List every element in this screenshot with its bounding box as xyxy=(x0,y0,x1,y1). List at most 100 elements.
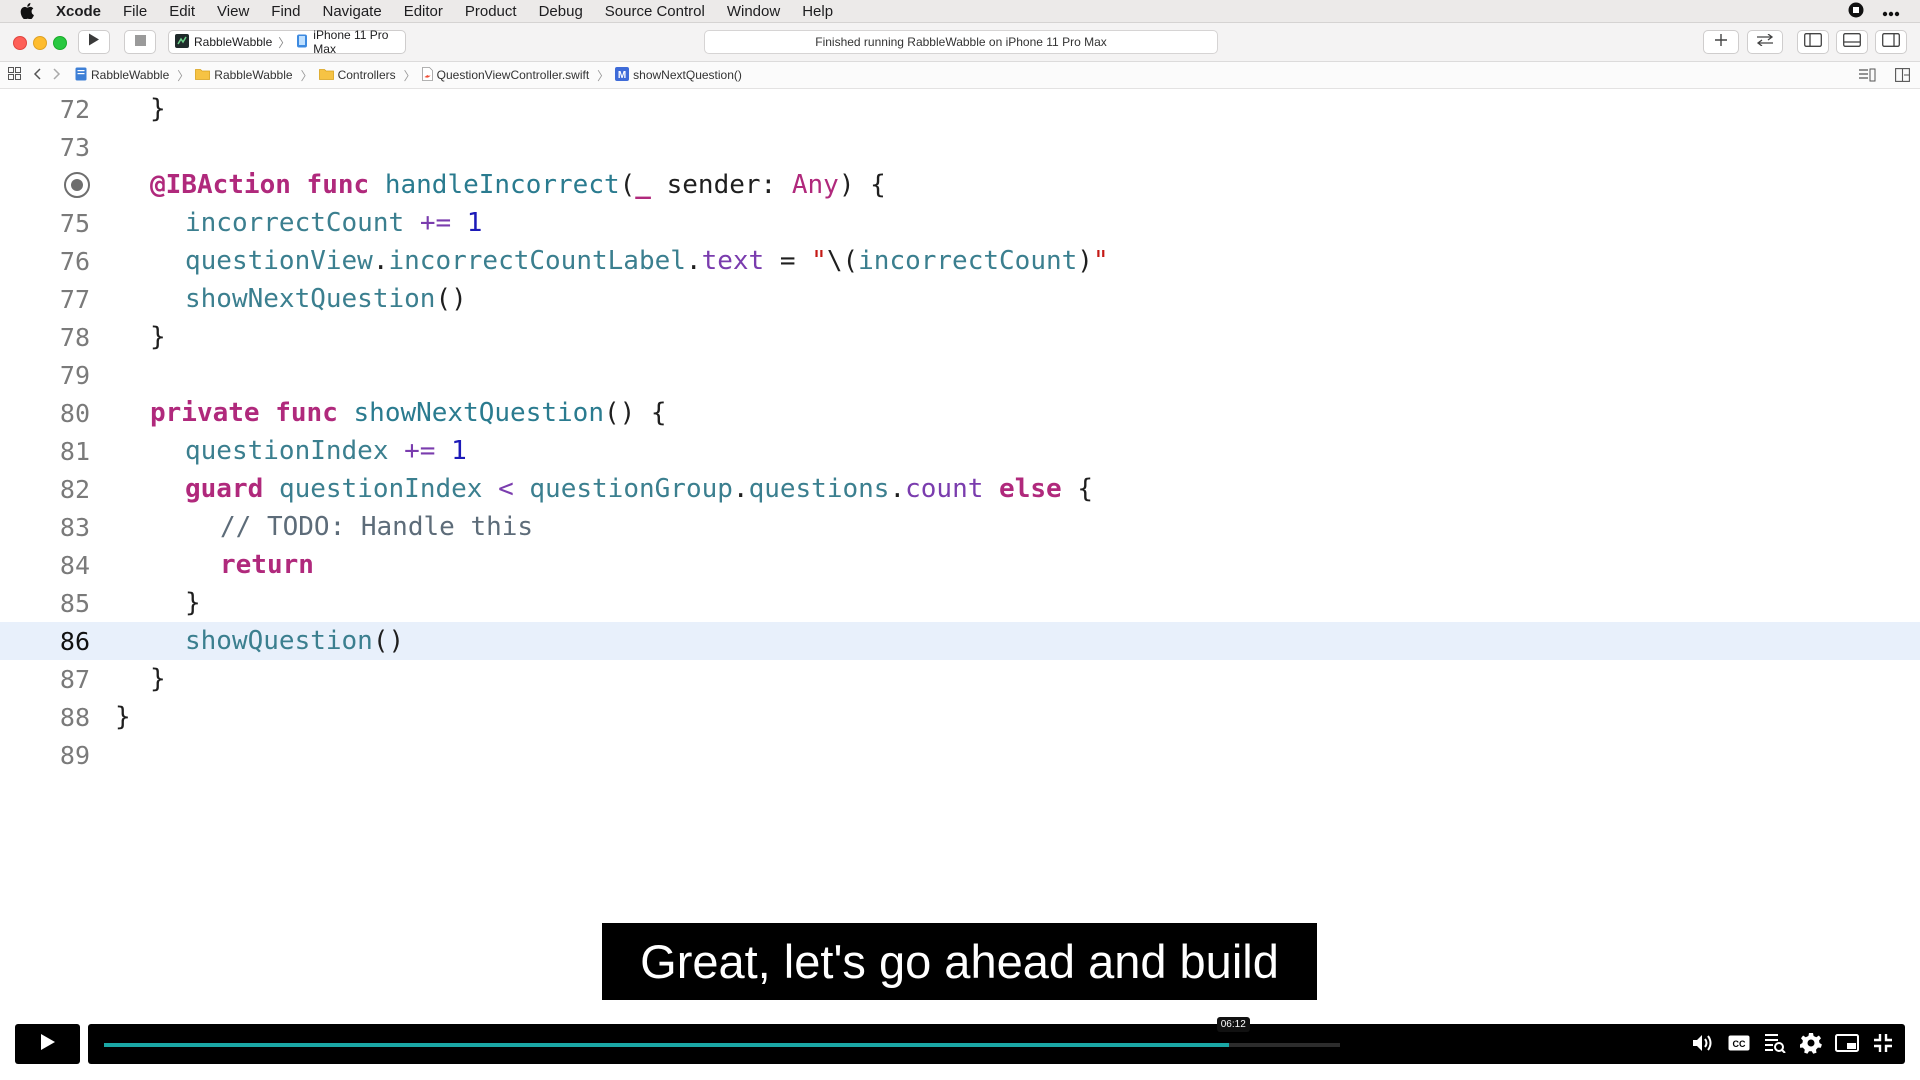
stop-button[interactable] xyxy=(124,30,156,54)
menu-source-control[interactable]: Source Control xyxy=(605,3,705,20)
volume-icon[interactable] xyxy=(1691,1031,1715,1055)
breadcrumb-separator-icon: 〉 xyxy=(300,68,313,83)
toggle-inspector-button[interactable] xyxy=(1875,30,1907,54)
menu-editor[interactable]: Editor xyxy=(404,3,443,20)
picture-in-picture-icon[interactable] xyxy=(1835,1031,1859,1055)
breadcrumb-label: Controllers xyxy=(337,68,396,82)
menu-navigate[interactable]: Navigate xyxy=(322,3,381,20)
right-panel-icon xyxy=(1882,32,1900,52)
chevron-right-icon: 〉 xyxy=(278,35,291,50)
menu-product[interactable]: Product xyxy=(465,3,517,20)
settings-gear-icon[interactable] xyxy=(1799,1031,1823,1055)
code-line-current[interactable]: 86 showQuestion() xyxy=(0,622,1920,660)
add-editor-icon[interactable] xyxy=(1895,68,1910,85)
menu-app-name[interactable]: Xcode xyxy=(56,3,101,20)
breadcrumb-group[interactable]: RabbleWabble xyxy=(195,68,293,83)
code-line[interactable]: @IBAction func handleIncorrect(_ sender:… xyxy=(0,166,1920,204)
code-line[interactable]: 85 } xyxy=(0,584,1920,622)
line-number: 76 xyxy=(59,246,90,276)
menu-find[interactable]: Find xyxy=(271,3,300,20)
code-line[interactable]: 78 } xyxy=(0,318,1920,356)
line-number: 88 xyxy=(59,702,90,732)
line-number: 72 xyxy=(59,94,90,124)
more-icon[interactable] xyxy=(1882,4,1900,21)
line-number: 75 xyxy=(59,208,90,238)
exit-fullscreen-icon[interactable] xyxy=(1871,1031,1895,1055)
ibaction-connection-icon[interactable] xyxy=(64,172,90,198)
line-number: 86 xyxy=(59,626,90,656)
line-number: 87 xyxy=(59,664,90,694)
code-line[interactable]: 82 guard questionIndex < questionGroup.q… xyxy=(0,470,1920,508)
menu-view[interactable]: View xyxy=(217,3,249,20)
project-icon xyxy=(75,67,87,84)
scheme-device-label: iPhone 11 Pro Max xyxy=(313,28,389,56)
source-editor[interactable]: 72 } 73 @IBAction func handleIncorrect(_… xyxy=(0,90,1920,740)
code-line[interactable]: 87 } xyxy=(0,660,1920,698)
breadcrumb-label: RabbleWabble xyxy=(91,68,170,82)
menu-debug[interactable]: Debug xyxy=(539,3,583,20)
bottom-panel-icon xyxy=(1843,32,1861,52)
plus-icon xyxy=(1715,33,1727,51)
code-review-button[interactable] xyxy=(1747,30,1783,54)
line-number: 80 xyxy=(59,398,90,428)
editor-options-icon[interactable] xyxy=(1858,68,1876,85)
left-panel-icon xyxy=(1804,32,1822,52)
code-line[interactable]: 76 questionView.incorrectCountLabel.text… xyxy=(0,242,1920,280)
jump-bar: RabbleWabble 〉 RabbleWabble 〉 Controller… xyxy=(0,62,1920,89)
device-icon xyxy=(296,34,308,51)
record-status-icon[interactable] xyxy=(1848,2,1864,22)
closed-captions-icon[interactable]: CC xyxy=(1727,1031,1751,1055)
breadcrumb-separator-icon: 〉 xyxy=(597,68,610,83)
swap-arrows-icon xyxy=(1756,33,1774,51)
code-line[interactable]: 83 // TODO: Handle this xyxy=(0,508,1920,546)
code-line[interactable]: 75 incorrectCount += 1 xyxy=(0,204,1920,242)
line-number: 78 xyxy=(59,322,90,352)
related-items-icon[interactable] xyxy=(8,67,21,83)
menu-file[interactable]: File xyxy=(123,3,147,20)
line-number: 89 xyxy=(59,740,90,770)
code-line[interactable]: 73 xyxy=(0,128,1920,166)
video-subtitle: Great, let's go ahead and build xyxy=(602,923,1317,1000)
code-line[interactable]: 88 } xyxy=(0,698,1920,736)
video-play-button[interactable] xyxy=(15,1024,80,1064)
breadcrumb-controllers[interactable]: Controllers xyxy=(318,68,396,83)
breadcrumb-method[interactable]: M showNextQuestion() xyxy=(615,66,742,84)
library-button[interactable] xyxy=(1703,30,1739,54)
line-number: 84 xyxy=(59,550,90,580)
window-toolbar: RabbleWabble 〉 iPhone 11 Pro Max Finishe… xyxy=(0,23,1920,62)
line-number: 81 xyxy=(59,436,90,466)
code-line[interactable]: 80 private func showNextQuestion() { xyxy=(0,394,1920,432)
activity-status-text: Finished running RabbleWabble on iPhone … xyxy=(815,35,1107,49)
breadcrumb-file[interactable]: QuestionViewController.swift xyxy=(421,66,590,84)
breadcrumb-label: QuestionViewController.swift xyxy=(436,68,590,82)
video-control-bar: 06:12 CC xyxy=(88,1017,1905,1064)
forward-icon[interactable] xyxy=(53,67,61,83)
breadcrumb-separator-icon: 〉 xyxy=(403,68,416,83)
code-line[interactable]: 77 showNextQuestion() xyxy=(0,280,1920,318)
menu-help[interactable]: Help xyxy=(802,3,833,20)
transcript-icon[interactable] xyxy=(1763,1031,1787,1055)
menu-window[interactable]: Window xyxy=(727,3,780,20)
scheme-selector[interactable]: RabbleWabble 〉 iPhone 11 Pro Max xyxy=(168,28,406,56)
back-icon[interactable] xyxy=(33,67,41,83)
toggle-navigator-button[interactable] xyxy=(1797,30,1829,54)
code-line[interactable]: 89 xyxy=(0,736,1920,774)
code-line[interactable]: 84 return xyxy=(0,546,1920,584)
scheme-target-label: RabbleWabble xyxy=(194,35,273,49)
progress-track[interactable] xyxy=(104,1043,1340,1047)
menu-edit[interactable]: Edit xyxy=(169,3,195,20)
apple-icon[interactable] xyxy=(20,2,36,20)
minimize-window-button[interactable] xyxy=(33,36,47,50)
toggle-debug-area-button[interactable] xyxy=(1836,30,1868,54)
app-scheme-icon xyxy=(175,33,189,51)
zoom-window-button[interactable] xyxy=(53,36,67,50)
code-line[interactable]: 79 xyxy=(0,356,1920,394)
breadcrumb-project[interactable]: RabbleWabble xyxy=(75,67,169,84)
video-player-controls: 06:12 CC xyxy=(15,1017,1905,1064)
line-number: 73 xyxy=(59,132,90,162)
code-line[interactable]: 81 questionIndex += 1 xyxy=(0,432,1920,470)
close-window-button[interactable] xyxy=(13,36,27,50)
run-button[interactable] xyxy=(78,30,110,54)
code-line[interactable]: 72 } xyxy=(0,90,1920,128)
menu-bar: Xcode File Edit View Find Navigate Edito… xyxy=(0,0,1920,23)
